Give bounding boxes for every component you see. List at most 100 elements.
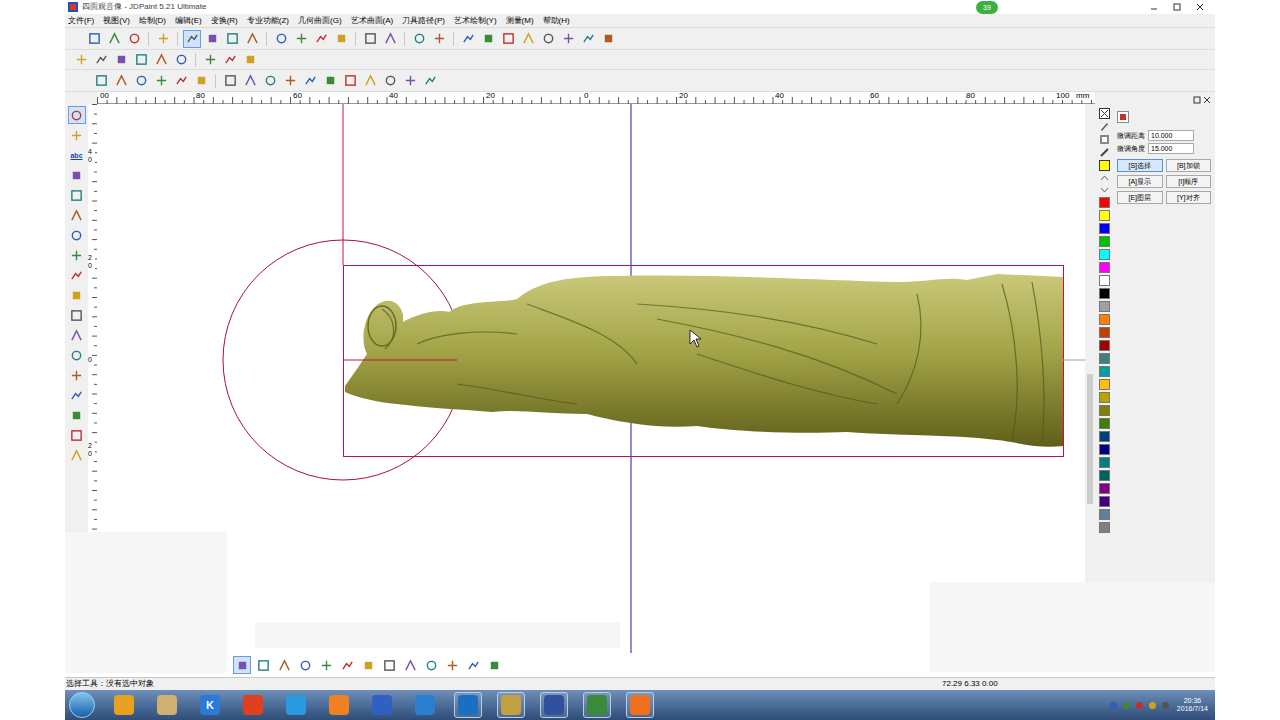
taskbar-app[interactable] [626,692,654,718]
color-swatch[interactable] [1099,301,1110,312]
tool-button[interactable] [332,30,350,48]
number-input[interactable]: 10.000 [1148,130,1194,141]
color-swatch[interactable] [1099,392,1110,403]
color-swatch[interactable] [1099,379,1110,390]
tool-button[interactable]: abc [68,146,86,164]
color-swatch[interactable] [1099,340,1110,351]
tool-button[interactable] [381,30,399,48]
tool-button[interactable] [243,30,261,48]
tool-button[interactable] [68,266,86,284]
color-swatch[interactable] [1099,405,1110,416]
tool-button[interactable] [312,30,330,48]
taskbar-app[interactable] [497,692,525,718]
scroll-down-icon[interactable] [1099,185,1110,195]
tool-button[interactable] [92,51,110,69]
tool-button[interactable] [361,30,379,48]
menu-item[interactable]: 专业功能(Z) [247,17,289,25]
tool-button[interactable] [172,51,190,69]
menu-item[interactable]: 艺术绘制(Y) [454,17,497,25]
menu-item[interactable]: 绘制(D) [139,17,166,25]
vertical-scrollbar[interactable] [1085,104,1095,653]
tool-button[interactable] [380,656,398,674]
menu-item[interactable]: 测量(M) [506,17,534,25]
taskbar-app[interactable] [110,692,138,718]
tool-button[interactable] [223,30,241,48]
tool-button[interactable] [317,656,335,674]
tool-button[interactable] [68,126,86,144]
tool-button[interactable] [241,72,259,90]
tool-button[interactable] [68,446,86,464]
tool-button[interactable] [261,72,279,90]
color-swatch[interactable] [1099,509,1110,520]
taskbar-app[interactable] [368,692,396,718]
tool-button[interactable] [241,51,259,69]
tool-button[interactable] [68,426,86,444]
tool-button[interactable] [154,30,172,48]
tool-button[interactable] [201,51,219,69]
tool-button[interactable] [112,51,130,69]
tool-button[interactable] [499,30,517,48]
tool-button[interactable] [105,30,123,48]
color-swatch[interactable] [1099,431,1110,442]
tool-button[interactable] [68,246,86,264]
panel-button[interactable]: [I]顺序 [1166,175,1212,188]
tool-button[interactable] [275,656,293,674]
tool-button[interactable] [254,656,272,674]
taskbar-app[interactable]: K [196,692,224,718]
tool-button[interactable] [221,51,239,69]
tool-button[interactable] [410,30,428,48]
tool-button[interactable] [68,206,86,224]
tool-button[interactable] [421,72,439,90]
pen-icon[interactable] [1099,121,1110,132]
taskbar-app[interactable] [540,692,568,718]
color-swatch[interactable] [1099,457,1110,468]
tool-button[interactable] [401,656,419,674]
tool-button[interactable] [430,30,448,48]
color-swatch[interactable] [1099,197,1110,208]
close-icon[interactable] [1203,96,1211,104]
tool-button[interactable] [221,72,239,90]
restore-icon[interactable] [1193,96,1201,104]
tool-button[interactable] [321,72,339,90]
tool-button[interactable] [401,72,419,90]
current-color[interactable] [1099,160,1110,171]
color-swatch[interactable] [1099,418,1110,429]
menu-item[interactable]: 艺术曲面(A) [351,17,394,25]
menu-item[interactable]: 几何曲面(G) [298,17,342,25]
tool-button[interactable] [68,186,86,204]
tray-icon[interactable] [1161,701,1170,710]
tool-button[interactable] [68,406,86,424]
tool-button[interactable] [479,30,497,48]
menu-item[interactable]: 视图(V) [103,17,130,25]
menu-item[interactable]: 文件(F) [68,17,94,25]
color-swatch[interactable] [1099,223,1110,234]
tool-button[interactable] [68,226,86,244]
menu-item[interactable]: 刀具路径(P) [402,17,445,25]
tool-button[interactable] [559,30,577,48]
tool-button[interactable] [68,166,86,184]
color-swatch[interactable] [1099,366,1110,377]
tool-button[interactable] [192,72,210,90]
color-swatch[interactable] [1099,262,1110,273]
taskbar-app[interactable] [325,692,353,718]
tool-button[interactable] [296,656,314,674]
tool-button[interactable] [422,656,440,674]
taskbar-app[interactable] [239,692,267,718]
color-swatch[interactable] [1099,314,1110,325]
tool-button[interactable] [132,51,150,69]
panel-button[interactable]: [E]图层 [1117,191,1163,204]
tool-button[interactable] [579,30,597,48]
tool-button[interactable] [341,72,359,90]
panel-button[interactable]: [Y]对齐 [1166,191,1212,204]
tool-button[interactable] [112,72,130,90]
tool-button[interactable] [459,30,477,48]
minimize-icon[interactable] [1149,2,1159,12]
color-swatch[interactable] [1099,327,1110,338]
tray-icon[interactable] [1148,701,1157,710]
tool-button[interactable] [519,30,537,48]
tool-button[interactable] [233,656,251,674]
tool-button[interactable] [338,656,356,674]
tool-button[interactable] [485,656,503,674]
tool-button[interactable] [72,51,90,69]
tool-button[interactable] [68,286,86,304]
